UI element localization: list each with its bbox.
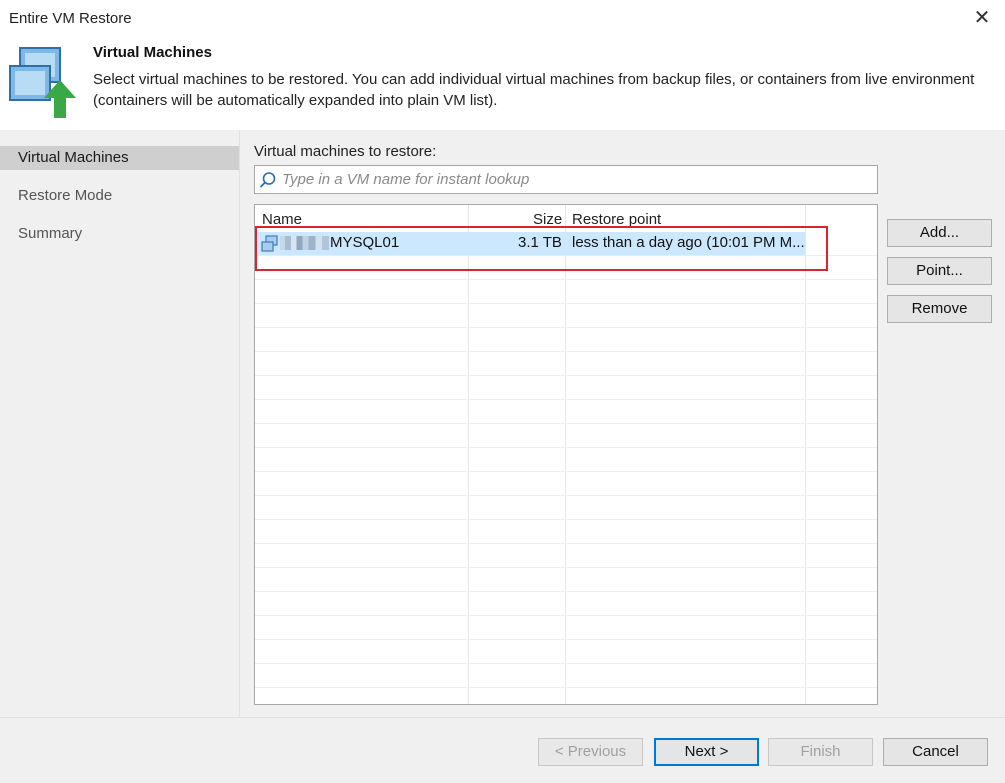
cancel-button[interactable]: Cancel (883, 738, 988, 766)
wizard-header: Virtual Machines Select virtual machines… (0, 36, 1005, 130)
step-summary[interactable]: Summary (0, 222, 239, 246)
vm-name: MYSQL01 (330, 234, 400, 251)
title-bar: Entire VM Restore ✕ (0, 0, 1005, 36)
vm-size: 3.1 TB (518, 234, 562, 251)
next-button[interactable]: Next > (654, 738, 759, 766)
window-title: Entire VM Restore (9, 10, 132, 27)
search-box[interactable] (254, 165, 878, 194)
vm-list-label: Virtual machines to restore: (254, 143, 437, 160)
vm-table: Name Size Restore point MYSQL01 3.1 TB l… (254, 204, 878, 705)
vm-restore-point: less than a day ago (10:01 PM M... (572, 234, 805, 251)
page-title: Virtual Machines (93, 44, 212, 61)
column-header-size[interactable]: Size (533, 211, 562, 228)
remove-button[interactable]: Remove (887, 295, 992, 323)
redacted-name-prefix (280, 236, 329, 250)
step-restore-mode[interactable]: Restore Mode (0, 184, 239, 208)
close-icon[interactable]: ✕ (971, 6, 993, 29)
search-icon (259, 172, 276, 188)
add-button[interactable]: Add... (887, 219, 992, 247)
main-content: Virtual machines to restore: N (241, 130, 1005, 717)
point-button[interactable]: Point... (887, 257, 992, 285)
search-input[interactable] (282, 169, 872, 190)
column-header-restore-point[interactable]: Restore point (572, 211, 661, 228)
wizard-footer: < Previous Next > Finish Cancel (0, 717, 1005, 783)
wizard-steps: Virtual Machines Restore Mode Summary (0, 130, 240, 717)
column-header-name[interactable]: Name (262, 211, 302, 228)
previous-button[interactable]: < Previous (538, 738, 643, 766)
vm-icon (261, 235, 278, 252)
finish-button[interactable]: Finish (768, 738, 873, 766)
page-description: Select virtual machines to be restored. … (93, 71, 975, 109)
vm-restore-logo-icon (9, 47, 76, 118)
step-virtual-machines[interactable]: Virtual Machines (0, 146, 239, 170)
